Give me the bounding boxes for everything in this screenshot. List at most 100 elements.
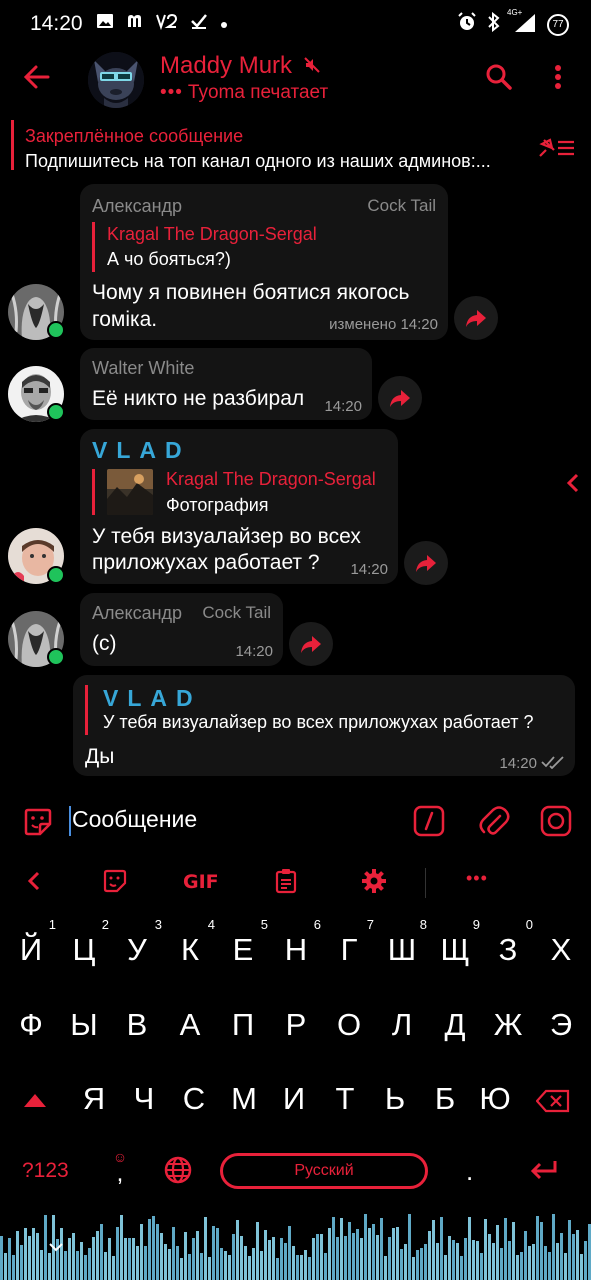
message-input[interactable]: Сообщение — [72, 806, 197, 833]
visualizer-bar — [368, 1228, 371, 1280]
chevron-left-icon[interactable] — [566, 473, 580, 493]
key-щ[interactable]: Щ9 — [428, 918, 482, 978]
key-э[interactable]: Э — [534, 997, 588, 1053]
key-а[interactable]: А — [163, 997, 217, 1053]
gif-icon[interactable]: GIF — [183, 871, 219, 897]
key-з[interactable]: З0 — [481, 918, 535, 978]
chat-avatar[interactable] — [88, 52, 144, 108]
gear-icon[interactable] — [361, 868, 387, 894]
bot-commands-icon[interactable] — [413, 805, 445, 837]
key-я[interactable]: Я — [67, 1071, 121, 1127]
sender-name: VLAD — [92, 437, 191, 463]
key-р[interactable]: Р — [269, 997, 323, 1053]
visualizer-bar — [372, 1224, 375, 1280]
key-л[interactable]: Л — [375, 997, 429, 1053]
visualizer-bar — [56, 1239, 59, 1280]
key-й[interactable]: Й1 — [4, 918, 58, 978]
backspace-key[interactable] — [526, 1071, 580, 1127]
share-button[interactable] — [378, 376, 422, 420]
key-ш[interactable]: Ш8 — [375, 918, 429, 978]
key-с[interactable]: С — [167, 1071, 221, 1127]
pinned-message[interactable]: Закреплённое сообщение Подпишитесь на то… — [0, 114, 591, 178]
key-ф[interactable]: Ф — [4, 997, 58, 1053]
message-bubble[interactable]: Александр Cock Tail Kragal The Dragon-Se… — [80, 184, 448, 340]
key-ж[interactable]: Ж — [481, 997, 535, 1053]
globe-icon[interactable] — [163, 1155, 193, 1190]
message-bubble-outgoing[interactable]: VLAD У тебя визуалайзер во всех приложух… — [73, 675, 575, 776]
key-х[interactable]: Х — [534, 922, 588, 978]
key-к[interactable]: К4 — [163, 918, 217, 978]
space-bar[interactable]: Русский — [220, 1153, 428, 1189]
muted-icon — [303, 53, 321, 81]
visualizer-bar — [168, 1249, 171, 1280]
key-и[interactable]: И — [267, 1071, 321, 1127]
chat-title[interactable]: Maddy Murk — [160, 52, 321, 81]
key-ю[interactable]: Ю — [468, 1071, 522, 1127]
key-ц[interactable]: Ц2 — [57, 918, 111, 978]
key-о[interactable]: О — [322, 997, 376, 1053]
reply-name[interactable]: VLAD — [103, 685, 202, 712]
key-н[interactable]: Н6 — [269, 918, 323, 978]
vpn-icon — [156, 12, 178, 35]
share-button[interactable] — [404, 541, 448, 585]
key-у[interactable]: У3 — [110, 918, 164, 978]
message-bubble[interactable]: VLAD Kragal The Dragon-Sergal Фотография… — [80, 429, 398, 584]
shift-key[interactable] — [8, 1071, 62, 1127]
chevron-left-icon[interactable] — [27, 868, 41, 894]
reply-name[interactable]: Kragal The Dragon-Sergal — [107, 224, 317, 245]
visualizer-bar — [264, 1230, 267, 1280]
message-bubble[interactable]: Александр Cock Tail (с) 14:20 — [80, 593, 283, 666]
key-е[interactable]: Е5 — [216, 918, 270, 978]
visualizer-bar — [420, 1248, 423, 1280]
text-cursor — [69, 806, 71, 836]
camera-icon[interactable] — [540, 805, 572, 837]
share-button[interactable] — [289, 622, 333, 666]
key-ь[interactable]: Ь — [368, 1071, 422, 1127]
numbers-key[interactable]: ?123 — [22, 1159, 69, 1183]
key-в[interactable]: В — [110, 997, 164, 1053]
visualizer-bar — [164, 1244, 167, 1280]
key-м[interactable]: М — [217, 1071, 271, 1127]
sticker-icon[interactable] — [103, 868, 127, 894]
more-options-icon[interactable] — [548, 62, 568, 92]
key-ч[interactable]: Ч — [117, 1071, 171, 1127]
key-п[interactable]: П — [216, 997, 270, 1053]
message-bubble[interactable]: Walter White Её никто не разбирал 14:20 — [80, 348, 372, 420]
visualizer-bar — [332, 1217, 335, 1280]
visualizer-bar — [124, 1238, 127, 1280]
visualizer-bar — [284, 1243, 287, 1280]
emoji-comma-key[interactable]: ☺ , — [110, 1150, 130, 1186]
message-time: 14:20 — [499, 755, 537, 772]
visualizer-bar — [200, 1253, 203, 1280]
visualizer-bar — [280, 1238, 283, 1280]
share-button[interactable] — [454, 296, 498, 340]
period-key[interactable]: . — [466, 1156, 473, 1187]
reply-text: У тебя визуалайзер во всех приложухах ра… — [103, 712, 534, 732]
key-д[interactable]: Д — [428, 997, 482, 1053]
chat-subtitle: ••• Tyoma печатает — [160, 82, 328, 104]
visualizer-bar — [576, 1230, 579, 1280]
visualizer-bar — [0, 1236, 3, 1280]
back-arrow-icon[interactable] — [22, 62, 52, 92]
visualizer-bar — [320, 1234, 323, 1280]
reply-name[interactable]: Kragal The Dragon-Sergal — [166, 469, 376, 490]
visualizer-bar — [8, 1238, 11, 1280]
reply-text: Фотография — [166, 495, 269, 515]
visualizer-bar — [448, 1236, 451, 1280]
key-г[interactable]: Г7 — [322, 918, 376, 978]
attach-icon[interactable] — [478, 804, 510, 838]
pinned-text: Подпишитесь на топ канал одного из наших… — [25, 151, 491, 171]
key-ы[interactable]: Ы — [57, 997, 111, 1053]
key-б[interactable]: Б — [418, 1071, 472, 1127]
audio-visualizer — [0, 1214, 591, 1280]
visualizer-bar — [40, 1250, 43, 1280]
clipboard-icon[interactable] — [275, 868, 297, 894]
key-т[interactable]: Т — [318, 1071, 372, 1127]
battery-icon: 77 — [547, 13, 569, 36]
more-icon[interactable]: ••• — [466, 868, 488, 894]
sticker-icon[interactable] — [22, 806, 54, 838]
unpin-icon[interactable] — [536, 136, 576, 160]
search-icon[interactable] — [484, 62, 514, 92]
check-icon — [190, 12, 208, 35]
enter-icon[interactable] — [529, 1159, 559, 1188]
